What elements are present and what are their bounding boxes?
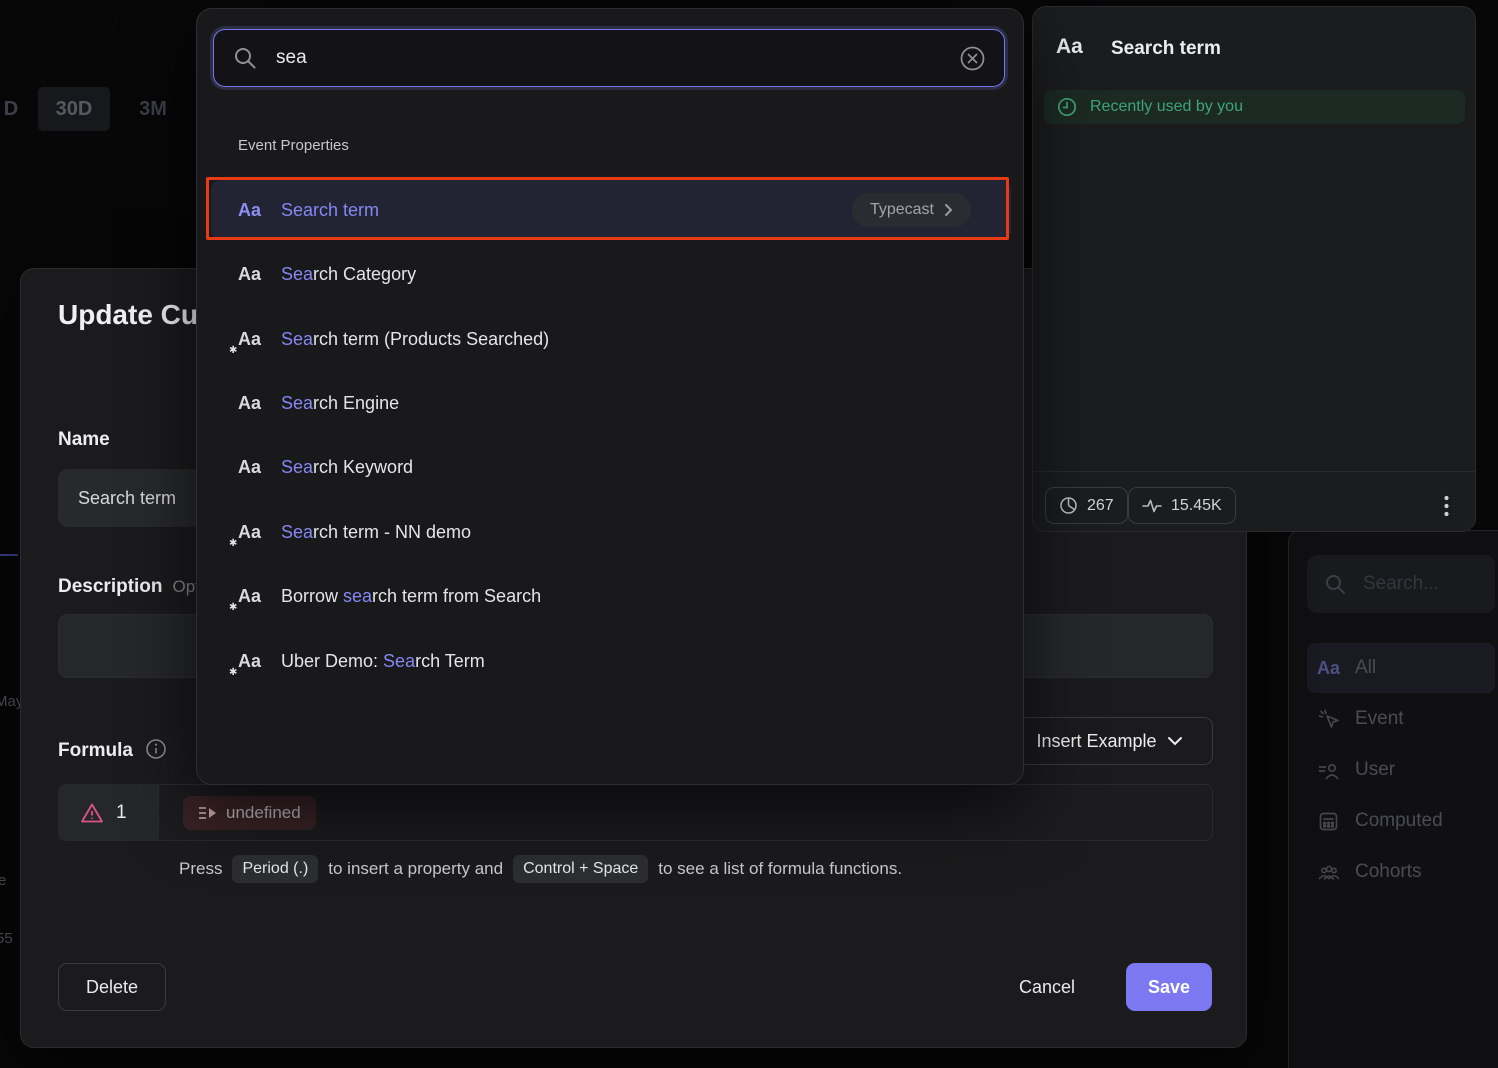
search-box[interactable] — [213, 29, 1005, 87]
warning-icon — [80, 802, 104, 824]
property-filter-sidebar: Aa All Event User — [1288, 530, 1498, 1068]
result-row-search-term-products[interactable]: Aa ✱ Search term (Products Searched) — [211, 309, 1011, 369]
custom-property-star-icon: ✱ — [229, 538, 237, 549]
insert-example-button[interactable]: Insert Example — [1006, 717, 1213, 765]
result-label: Search term - NN demo — [281, 522, 471, 543]
property-search-dropdown: Event Properties Aa Search term Typecast… — [196, 8, 1024, 785]
text-type-icon: Aa — [1056, 35, 1083, 59]
chart-line-fragment — [0, 554, 18, 556]
chart-axis-label: e — [0, 872, 6, 889]
app-root: D 30D 3M May e 55 Update Cu Name Descrip… — [0, 0, 1498, 1068]
undefined-token[interactable]: undefined — [183, 796, 316, 830]
event-volume-chip[interactable]: 15.45K — [1128, 487, 1236, 524]
filter-user[interactable]: User — [1307, 748, 1495, 792]
formula-label: Formula — [58, 738, 167, 762]
filter-computed[interactable]: Computed — [1307, 799, 1495, 843]
filter-cohorts[interactable]: Cohorts — [1307, 850, 1495, 894]
result-row-search-keyword[interactable]: Aa Search Keyword — [211, 437, 1011, 497]
cancel-button[interactable]: Cancel — [999, 963, 1095, 1011]
property-info-panel: Aa Search term Recently used by you 267 … — [1032, 6, 1476, 532]
user-icon — [1317, 759, 1355, 782]
result-row-search-category[interactable]: Aa Search Category — [211, 244, 1011, 304]
result-row-search-term[interactable]: Aa Search term Typecast — [211, 180, 1011, 240]
property-title: Search term — [1111, 38, 1221, 60]
function-icon — [198, 805, 217, 821]
text-type-icon: Aa — [238, 393, 268, 414]
distinct-values-chip[interactable]: 267 — [1045, 487, 1128, 524]
result-label: Search Category — [281, 264, 416, 285]
panel-divider — [1033, 471, 1475, 472]
custom-text-type-icon: Aa ✱ — [238, 651, 268, 672]
result-label: Borrow search term from Search — [281, 586, 541, 607]
section-label: Event Properties — [238, 137, 349, 154]
error-count: 1 — [116, 802, 127, 824]
result-row-search-term-nn-demo[interactable]: Aa ✱ Search term - NN demo — [211, 502, 1011, 562]
text-type-icon: Aa — [238, 457, 268, 478]
property-search-input[interactable] — [274, 46, 943, 70]
info-icon[interactable] — [145, 738, 167, 760]
custom-text-type-icon: Aa ✱ — [238, 329, 268, 350]
filter-all[interactable]: Aa All — [1307, 643, 1495, 693]
formula-editor[interactable]: undefined — [158, 784, 1213, 841]
typecast-badge[interactable]: Typecast — [852, 193, 971, 227]
clock-icon — [1056, 96, 1078, 118]
formula-error-gutter: 1 — [58, 784, 158, 841]
computed-icon — [1317, 810, 1355, 833]
text-type-icon: Aa — [1317, 658, 1340, 679]
text-type-icon: Aa — [238, 264, 268, 285]
formula-hint: Press Period (.) to insert a property an… — [179, 855, 902, 883]
chevron-right-icon — [944, 203, 953, 217]
result-row-uber-demo-search-term[interactable]: Aa ✱ Uber Demo: Search Term — [211, 631, 1011, 691]
pie-chart-icon — [1059, 496, 1078, 515]
activity-icon — [1142, 498, 1162, 514]
filter-event[interactable]: Event — [1307, 697, 1495, 741]
time-range-button-3m[interactable]: 3M — [124, 87, 182, 131]
save-button[interactable]: Save — [1126, 963, 1212, 1011]
result-row-search-engine[interactable]: Aa Search Engine — [211, 373, 1011, 433]
sidebar-search-input[interactable] — [1361, 572, 1479, 596]
text-type-icon: Aa — [238, 200, 268, 221]
result-row-borrow-search-term[interactable]: Aa ✱ Borrow search term from Search — [211, 566, 1011, 626]
result-label: Search term — [281, 200, 379, 221]
search-icon — [232, 45, 258, 71]
clear-search-icon[interactable] — [959, 45, 986, 72]
event-icon — [1317, 708, 1355, 731]
time-range-button-30d[interactable]: 30D — [38, 87, 110, 131]
chevron-down-icon — [1167, 736, 1183, 746]
result-label: Uber Demo: Search Term — [281, 651, 485, 672]
result-label: Search term (Products Searched) — [281, 329, 549, 350]
custom-text-type-icon: Aa ✱ — [238, 586, 268, 607]
delete-button[interactable]: Delete — [58, 963, 166, 1011]
sidebar-search-box[interactable] — [1307, 555, 1495, 613]
recently-used-badge: Recently used by you — [1044, 90, 1465, 124]
kebab-menu-icon[interactable] — [1444, 487, 1449, 524]
cohorts-icon — [1317, 861, 1355, 884]
key-badge-period: Period (.) — [232, 855, 318, 883]
result-label: Search Keyword — [281, 457, 413, 478]
custom-text-type-icon: Aa ✱ — [238, 522, 268, 543]
name-label: Name — [58, 429, 110, 451]
chart-axis-label: 55 — [0, 930, 13, 947]
time-range-button-partial[interactable]: D — [0, 87, 22, 131]
custom-property-star-icon: ✱ — [229, 345, 237, 356]
result-label: Search Engine — [281, 393, 399, 414]
modal-title: Update Cu — [58, 299, 198, 331]
custom-property-star-icon: ✱ — [229, 602, 237, 613]
search-icon — [1323, 572, 1347, 596]
custom-property-star-icon: ✱ — [229, 667, 237, 678]
key-badge-ctrl-space: Control + Space — [513, 855, 648, 883]
